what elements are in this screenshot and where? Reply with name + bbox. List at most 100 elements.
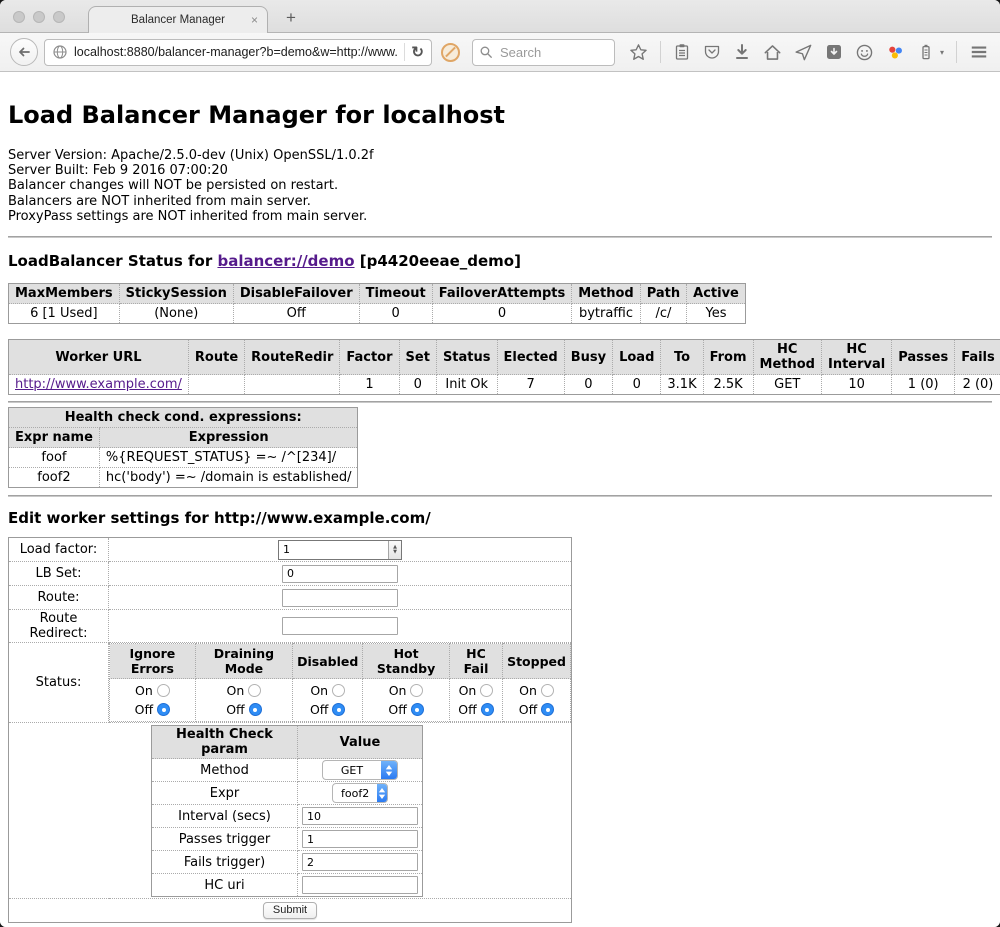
ignore-errors-on-radio[interactable] (157, 684, 170, 697)
hc-fail-on-radio[interactable] (480, 684, 493, 697)
lb-set-label: LB Set: (9, 562, 109, 586)
worker-row: http://www.example.com/ 1 0 Init Ok 7 0 … (9, 375, 1000, 395)
number-spinner-icon[interactable]: ▲▼ (388, 541, 401, 559)
divider (8, 236, 992, 238)
disabled-off-radio[interactable] (332, 703, 345, 716)
proxypass-note-line: ProxyPass settings are NOT inherited fro… (8, 209, 992, 224)
close-window-button[interactable] (13, 11, 25, 23)
draining-mode-on-radio[interactable] (248, 684, 261, 697)
hot-standby-off-radio[interactable] (411, 703, 424, 716)
fails-input[interactable] (302, 853, 418, 871)
loadbalancer-status-heading: LoadBalancer Status for balancer://demo … (8, 252, 992, 270)
ignore-errors-off-radio[interactable] (157, 703, 170, 716)
worker-table: Worker URL Route RouteRedir Factor Set S… (8, 339, 1000, 395)
page-content: Load Balancer Manager for localhost Serv… (0, 72, 1000, 927)
select-stepper-icon (377, 784, 387, 802)
battery-extension-icon[interactable] (917, 43, 935, 61)
tab-bar: Balancer Manager × + (0, 0, 1000, 33)
divider (8, 495, 992, 497)
balancer-status-table: MaxMembers StickySession DisableFailover… (8, 283, 746, 324)
stopped-on-radio[interactable] (541, 684, 554, 697)
hc-fail-off-radio[interactable] (481, 703, 494, 716)
load-factor-input[interactable]: ▲▼ (278, 540, 402, 560)
server-version-line: Server Version: Apache/2.5.0-dev (Unix) … (8, 148, 992, 163)
fails-label: Fails trigger) (152, 851, 298, 874)
method-select[interactable]: GET (322, 760, 398, 780)
bookmark-star-icon[interactable] (629, 43, 648, 62)
bookmarks-clipboard-icon[interactable] (673, 43, 691, 61)
lb-set-row: LB Set: (9, 562, 572, 586)
expr-select[interactable]: foof2 (332, 783, 388, 803)
route-label: Route: (9, 586, 109, 610)
search-bar[interactable] (472, 39, 615, 66)
expr-table-title: Health check cond. expressions: (9, 408, 358, 428)
blocker-extension-icon[interactable] (441, 43, 460, 62)
health-check-expressions-table: Health check cond. expressions: Expr nam… (8, 407, 358, 488)
home-icon[interactable] (763, 43, 782, 62)
expr-row-foof2: foof2 hc('body') =~ /domain is establish… (9, 468, 358, 488)
persist-note-line: Balancer changes will NOT be persisted o… (8, 178, 992, 193)
send-plane-icon[interactable] (794, 43, 813, 62)
tab-balancer-manager[interactable]: Balancer Manager × (88, 6, 268, 33)
inherit-note-line: Balancers are NOT inherited from main se… (8, 194, 992, 209)
balancer-status-row: 6 [1 Used] (None) Off 0 0 bytraffic /c/ … (9, 304, 746, 324)
toolbar-icons: ▾ (629, 41, 1000, 63)
interval-input[interactable] (302, 807, 418, 825)
globe-icon (52, 44, 68, 60)
url-bar[interactable]: localhost:8880/balancer-manager?b=demo&w… (44, 39, 432, 66)
interval-label: Interval (secs) (152, 805, 298, 828)
route-redirect-label: Route Redirect: (9, 610, 109, 643)
download-box-icon[interactable] (825, 43, 843, 61)
server-built-line: Server Built: Feb 9 2016 07:00:20 (8, 163, 992, 178)
search-input[interactable] (498, 44, 598, 61)
menu-hamburger-icon[interactable] (969, 42, 989, 62)
load-factor-row: Load factor: ▲▼ (9, 538, 572, 562)
load-factor-label: Load factor: (9, 538, 109, 562)
back-button[interactable] (10, 38, 38, 66)
status-radio-table: Ignore Errors Draining Mode Disabled Hot… (109, 643, 571, 722)
browser-window: Balancer Manager × + localhost:8880/bala… (0, 0, 1000, 927)
balancer-demo-link[interactable]: balancer://demo (217, 252, 354, 270)
window-controls[interactable] (13, 11, 65, 23)
color-dots-extension-icon[interactable] (886, 43, 905, 62)
page-title: Load Balancer Manager for localhost (8, 102, 992, 128)
status-label: Status: (9, 643, 109, 723)
pocket-icon[interactable] (703, 43, 721, 61)
chevron-down-icon[interactable]: ▾ (940, 48, 944, 57)
draining-mode-off-radio[interactable] (249, 703, 262, 716)
hc-uri-label: HC uri (152, 874, 298, 897)
back-arrow-icon (16, 44, 32, 60)
reload-icon[interactable]: ↻ (411, 45, 424, 60)
minimize-window-button[interactable] (33, 11, 45, 23)
zoom-window-button[interactable] (53, 11, 65, 23)
navigation-toolbar: localhost:8880/balancer-manager?b=demo&w… (0, 33, 1000, 72)
route-redirect-input[interactable] (282, 617, 398, 635)
submit-button[interactable]: Submit (263, 902, 317, 919)
select-stepper-icon (381, 761, 397, 779)
edit-worker-heading: Edit worker settings for http://www.exam… (8, 509, 992, 527)
route-redirect-row: Route Redirect: (9, 610, 572, 643)
disabled-on-radio[interactable] (332, 684, 345, 697)
search-icon (479, 45, 493, 59)
edit-worker-form: Load factor: ▲▼ LB Set: Route: Route Red… (8, 537, 572, 923)
route-row: Route: (9, 586, 572, 610)
expr-row-foof: foof %{REQUEST_STATUS} =~ /^[234]/ (9, 448, 358, 468)
url-input[interactable]: localhost:8880/balancer-manager?b=demo&w… (74, 45, 398, 59)
health-check-param-table: Health Check param Value Method GET (151, 725, 423, 897)
downloads-icon[interactable] (733, 43, 751, 61)
passes-input[interactable] (302, 830, 418, 848)
new-tab-button[interactable]: + (286, 8, 296, 28)
health-check-row: Health Check param Value Method GET (9, 723, 572, 899)
worker-url-link[interactable]: http://www.example.com/ (15, 377, 182, 392)
method-label: Method (152, 759, 298, 782)
expr-label: Expr (152, 782, 298, 805)
divider (8, 401, 992, 403)
route-input[interactable] (282, 589, 398, 607)
hc-uri-input[interactable] (302, 876, 418, 894)
tab-title: Balancer Manager (131, 14, 225, 26)
smiley-chat-icon[interactable] (855, 43, 874, 62)
hot-standby-on-radio[interactable] (410, 684, 423, 697)
lb-set-input[interactable] (282, 565, 398, 583)
close-tab-icon[interactable]: × (251, 14, 258, 26)
stopped-off-radio[interactable] (541, 703, 554, 716)
